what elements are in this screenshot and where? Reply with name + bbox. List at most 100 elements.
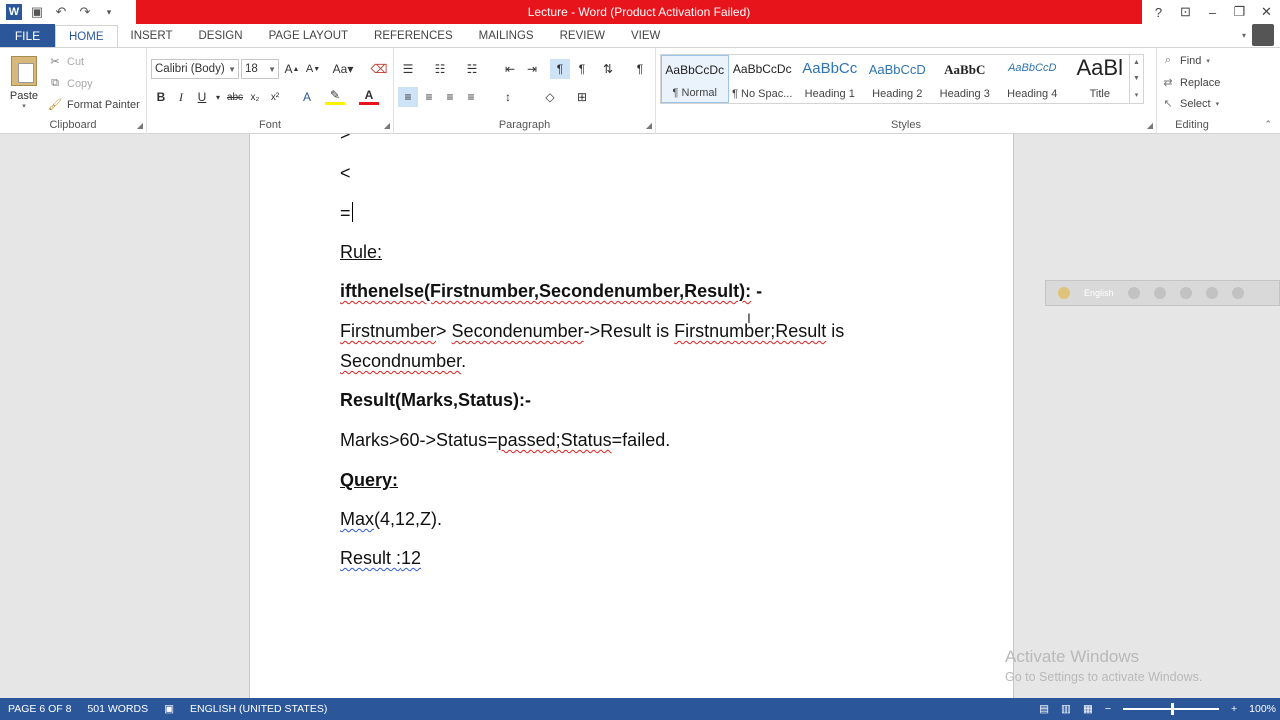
language-bar[interactable]: English — [1045, 280, 1280, 306]
italic-icon[interactable]: I — [171, 87, 191, 107]
shrink-font-icon[interactable]: A ▼ — [303, 59, 323, 79]
find-button[interactable]: ⌕ Find ▾ — [1161, 54, 1210, 67]
minimize-icon[interactable]: – — [1199, 0, 1226, 24]
paste-dropdown-icon[interactable]: ▾ — [6, 102, 42, 110]
ime-icon[interactable] — [1205, 287, 1218, 299]
close-icon[interactable]: ✕ — [1253, 0, 1280, 24]
avatar[interactable] — [1252, 24, 1274, 46]
font-color-icon[interactable]: A — [359, 87, 379, 105]
zoom-in-icon[interactable]: + — [1231, 703, 1237, 715]
tab-mailings[interactable]: MAILINGS — [466, 24, 547, 47]
style-name: Heading 4 — [1007, 88, 1058, 100]
pen-icon[interactable] — [1153, 287, 1166, 299]
chevron-down-icon: ▼ — [228, 64, 236, 74]
replace-button[interactable]: ⇄ Replace — [1161, 76, 1220, 90]
paste-button[interactable]: Paste ▾ — [6, 54, 42, 122]
line-spacing-icon[interactable]: ↕ — [498, 87, 518, 107]
tab-references[interactable]: REFERENCES — [361, 24, 466, 47]
ribbon-display-options-icon[interactable]: ⊡ — [1172, 0, 1199, 24]
zoom-level[interactable]: 100% — [1249, 703, 1276, 715]
redo-icon[interactable]: ↷ — [76, 3, 94, 21]
language-indicator[interactable]: ENGLISH (UNITED STATES) — [182, 703, 335, 715]
style-heading-3[interactable]: AaBbC Heading 3 — [931, 55, 999, 103]
document-page[interactable]: > < = Rule: ifthenelse(Firstnumber,Secon… — [249, 134, 1014, 698]
tab-page-layout[interactable]: PAGE LAYOUT — [256, 24, 361, 47]
help-icon[interactable] — [1231, 287, 1244, 299]
word-logo-icon[interactable]: W — [6, 4, 22, 20]
zoom-out-icon[interactable]: − — [1105, 703, 1111, 715]
tab-file[interactable]: FILE — [0, 24, 55, 47]
tab-view[interactable]: VIEW — [618, 24, 673, 47]
sort-icon[interactable]: ⇅ — [598, 59, 618, 79]
gallery-scroll[interactable]: ▲ ▼ ▾ — [1129, 55, 1143, 103]
bullets-icon[interactable]: ☰ — [398, 59, 418, 79]
format-painter-button[interactable]: 🖌 Format Painter — [48, 98, 140, 112]
style-title[interactable]: AaBl Title — [1066, 55, 1134, 103]
text-run: passed;Status — [497, 430, 612, 450]
subscript-icon[interactable]: x₂ — [245, 87, 265, 107]
grow-font-icon[interactable]: A ▲ — [282, 59, 302, 79]
highlight-icon[interactable]: ✎ — [325, 87, 345, 105]
align-right-icon[interactable]: ≡ — [440, 87, 460, 107]
show-formatting-icon[interactable]: ¶ — [630, 59, 650, 79]
print-layout-icon[interactable]: ▥ — [1061, 703, 1071, 715]
tab-review[interactable]: REVIEW — [547, 24, 618, 47]
change-case-icon[interactable]: Aa▾ — [329, 59, 357, 79]
user-dropdown-icon[interactable]: ▾ — [1242, 31, 1246, 40]
page-indicator[interactable]: PAGE 6 OF 8 — [0, 703, 79, 715]
strikethrough-icon[interactable]: abc — [225, 87, 245, 107]
style-heading-2[interactable]: AaBbCcD Heading 2 — [864, 55, 932, 103]
bold-icon[interactable]: B — [151, 87, 171, 107]
tab-insert[interactable]: INSERT — [118, 24, 186, 47]
tab-design[interactable]: DESIGN — [185, 24, 255, 47]
save-icon[interactable]: ▣ — [28, 3, 46, 21]
ltr-icon[interactable]: ¶ — [550, 59, 570, 79]
gallery-up-icon[interactable]: ▲ — [1133, 59, 1140, 66]
cut-button[interactable]: ✂ Cut — [48, 55, 84, 69]
decrease-indent-icon[interactable]: ⇤ — [500, 59, 520, 79]
rtl-icon[interactable]: ¶ — [572, 59, 592, 79]
style-heading-4[interactable]: AaBbCcD Heading 4 — [999, 55, 1067, 103]
font-name-combo[interactable]: Calibri (Body) ▼ — [151, 59, 239, 79]
style-no-spacing[interactable]: AaBbCcDc ¶ No Spac... — [729, 55, 797, 103]
customize-qat-icon[interactable]: ▾ — [100, 3, 118, 21]
paragraph-launcher-icon[interactable]: ◢ — [646, 121, 652, 130]
justify-icon[interactable]: ≡ — [461, 87, 481, 107]
help-icon[interactable]: ? — [1145, 0, 1172, 24]
align-left-icon[interactable]: ≡ — [398, 87, 418, 107]
tab-home[interactable]: HOME — [55, 25, 118, 47]
web-layout-icon[interactable]: ▦ — [1083, 703, 1093, 715]
settings-icon[interactable] — [1179, 287, 1192, 299]
word-count[interactable]: 501 WORDS — [79, 703, 156, 715]
superscript-icon[interactable]: x² — [265, 87, 285, 107]
multilevel-list-icon[interactable]: ☵ — [462, 59, 482, 79]
text-effects-icon[interactable]: A — [297, 87, 317, 107]
borders-icon[interactable]: ⊞ — [572, 87, 592, 107]
style-heading-1[interactable]: AaBbCc Heading 1 — [796, 55, 864, 103]
gallery-more-icon[interactable]: ▾ — [1135, 91, 1139, 99]
style-normal[interactable]: AaBbCcDc ¶ Normal — [661, 55, 729, 103]
font-size-combo[interactable]: 18 ▼ — [241, 59, 279, 79]
increase-indent-icon[interactable]: ⇥ — [522, 59, 542, 79]
chevron-down-icon: ▼ — [268, 64, 276, 74]
zoom-slider-thumb[interactable] — [1171, 703, 1174, 715]
clear-formatting-icon[interactable]: ⌫ — [369, 59, 389, 79]
font-launcher-icon[interactable]: ◢ — [384, 121, 390, 130]
keyboard-icon[interactable] — [1127, 287, 1140, 299]
clipboard-launcher-icon[interactable]: ◢ — [137, 121, 143, 130]
ribbon: Paste ▾ ✂ Cut ⧉ Copy 🖌 Format Painter Cl… — [0, 47, 1280, 134]
zoom-slider[interactable] — [1123, 703, 1219, 715]
undo-icon[interactable]: ↶ — [52, 3, 70, 21]
copy-button[interactable]: ⧉ Copy — [48, 77, 93, 90]
proofing-icon[interactable]: ▣ — [156, 703, 182, 715]
shading-icon[interactable]: ◇ — [540, 87, 560, 107]
restore-icon[interactable]: ❐ — [1226, 0, 1253, 24]
language-bar-language[interactable]: English — [1084, 288, 1114, 298]
numbering-icon[interactable]: ☷ — [430, 59, 450, 79]
gallery-down-icon[interactable]: ▼ — [1133, 75, 1140, 82]
collapse-ribbon-icon[interactable]: ⌃ — [1264, 119, 1272, 130]
read-mode-icon[interactable]: ▤ — [1039, 703, 1049, 715]
align-center-icon[interactable]: ≡ — [419, 87, 439, 107]
styles-launcher-icon[interactable]: ◢ — [1147, 121, 1153, 130]
select-button[interactable]: ↖ Select ▾ — [1161, 97, 1219, 111]
